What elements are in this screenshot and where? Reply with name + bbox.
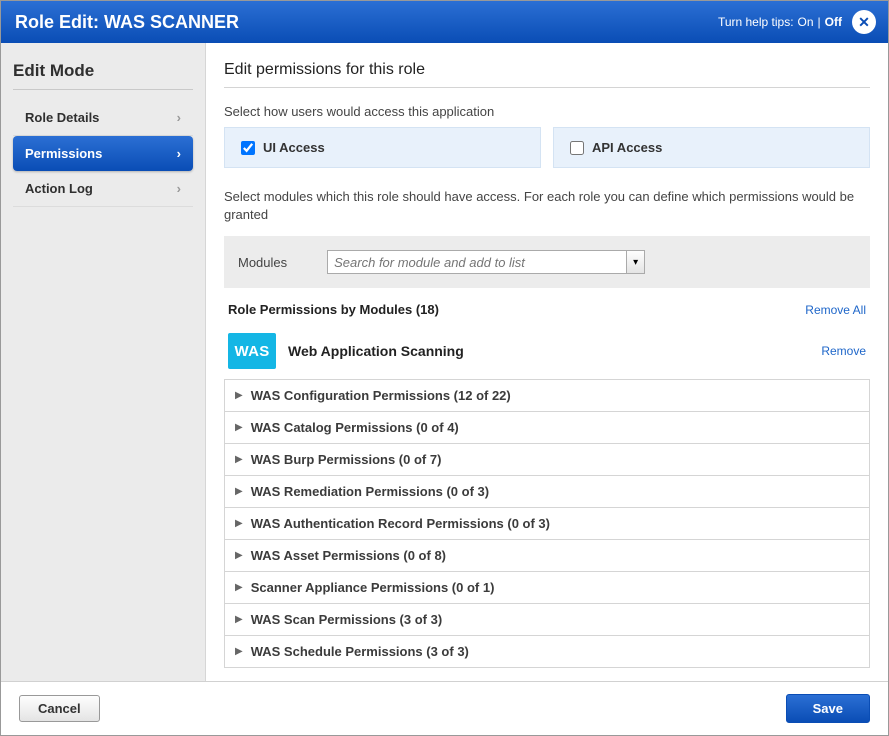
api-access-label: API Access <box>592 140 662 155</box>
module-card: WAS Web Application Scanning Remove ▶ WAS… <box>224 327 870 668</box>
nav-label: Action Log <box>25 181 93 196</box>
nav-permissions[interactable]: Permissions › <box>13 136 193 171</box>
nav-label: Permissions <box>25 146 102 161</box>
dialog-body: Edit Mode Role Details › Permissions › A… <box>1 43 888 681</box>
help-label: Turn help tips: <box>718 15 794 29</box>
divider <box>224 87 870 88</box>
expand-icon: ▶ <box>235 486 243 497</box>
permission-row[interactable]: ▶ WAS Configuration Permissions (12 of 22… <box>224 379 870 411</box>
module-name: Web Application Scanning <box>288 343 809 359</box>
expand-icon: ▶ <box>235 550 243 561</box>
dialog-header: Role Edit: WAS SCANNER Turn help tips: O… <box>1 1 888 43</box>
permission-row[interactable]: ▶ Scanner Appliance Permissions (0 of 1) <box>224 571 870 603</box>
ui-access-label: UI Access <box>263 140 325 155</box>
permission-label: WAS Scan Permissions (3 of 3) <box>251 612 442 627</box>
permission-label: WAS Remediation Permissions (0 of 3) <box>251 484 489 499</box>
chevron-right-icon: › <box>177 146 181 161</box>
module-card-header: WAS Web Application Scanning Remove <box>224 327 870 379</box>
sidebar-title: Edit Mode <box>13 61 193 90</box>
page-heading: Edit permissions for this role <box>224 61 870 79</box>
sidebar: Edit Mode Role Details › Permissions › A… <box>1 43 206 681</box>
permission-label: Scanner Appliance Permissions (0 of 1) <box>251 580 495 595</box>
permission-label: WAS Schedule Permissions (3 of 3) <box>251 644 469 659</box>
permission-list: ▶ WAS Configuration Permissions (12 of 22… <box>224 379 870 668</box>
access-instruction: Select how users would access this appli… <box>224 104 870 119</box>
permission-row[interactable]: ▶ WAS Scan Permissions (3 of 3) <box>224 603 870 635</box>
help-tips-toggle: Turn help tips: On | Off <box>718 15 842 29</box>
api-access-option[interactable]: API Access <box>553 127 870 168</box>
save-button[interactable]: Save <box>786 694 870 723</box>
chevron-right-icon: › <box>177 181 181 196</box>
expand-icon: ▶ <box>235 422 243 433</box>
ui-access-checkbox[interactable] <box>241 141 255 155</box>
module-instruction: Select modules which this role should ha… <box>224 188 870 224</box>
api-access-checkbox[interactable] <box>570 141 584 155</box>
permission-label: WAS Configuration Permissions (12 of 22) <box>251 388 511 403</box>
header-controls: Turn help tips: On | Off ✕ <box>718 10 876 34</box>
dialog: Role Edit: WAS SCANNER Turn help tips: O… <box>0 0 889 736</box>
nav-label: Role Details <box>25 110 99 125</box>
main-panel: Edit permissions for this role Select ho… <box>206 43 888 681</box>
permission-label: WAS Burp Permissions (0 of 7) <box>251 452 442 467</box>
module-search-input[interactable] <box>327 250 627 274</box>
remove-module-link[interactable]: Remove <box>821 344 866 358</box>
permission-row[interactable]: ▶ WAS Authentication Record Permissions (… <box>224 507 870 539</box>
chevron-down-icon: ▾ <box>633 257 638 268</box>
permission-label: WAS Authentication Record Permissions (0… <box>251 516 550 531</box>
close-icon: ✕ <box>858 14 870 31</box>
permission-row[interactable]: ▶ WAS Remediation Permissions (0 of 3) <box>224 475 870 507</box>
cancel-button[interactable]: Cancel <box>19 695 100 722</box>
module-combobox: ▾ <box>327 250 645 274</box>
help-off-link[interactable]: Off <box>825 15 842 29</box>
permission-row[interactable]: ▶ WAS Burp Permissions (0 of 7) <box>224 443 870 475</box>
nav-action-log[interactable]: Action Log › <box>13 171 193 207</box>
expand-icon: ▶ <box>235 614 243 625</box>
permission-label: WAS Asset Permissions (0 of 8) <box>251 548 446 563</box>
expand-icon: ▶ <box>235 454 243 465</box>
module-dropdown-button[interactable]: ▾ <box>627 250 645 274</box>
chevron-right-icon: › <box>177 110 181 125</box>
expand-icon: ▶ <box>235 646 243 657</box>
permissions-header: Role Permissions by Modules (18) Remove … <box>224 288 870 327</box>
permission-row[interactable]: ▶ WAS Catalog Permissions (0 of 4) <box>224 411 870 443</box>
help-on-link[interactable]: On <box>798 15 814 29</box>
nav-role-details[interactable]: Role Details › <box>13 100 193 136</box>
remove-all-link[interactable]: Remove All <box>805 303 866 317</box>
permissions-count-label: Role Permissions by Modules (18) <box>228 302 439 317</box>
close-button[interactable]: ✕ <box>852 10 876 34</box>
dialog-title: Role Edit: WAS SCANNER <box>15 12 239 33</box>
ui-access-option[interactable]: UI Access <box>224 127 541 168</box>
modules-label: Modules <box>238 255 287 270</box>
was-badge-icon: WAS <box>228 333 276 369</box>
expand-icon: ▶ <box>235 582 243 593</box>
expand-icon: ▶ <box>235 390 243 401</box>
help-separator: | <box>818 15 821 29</box>
expand-icon: ▶ <box>235 518 243 529</box>
permission-row[interactable]: ▶ WAS Schedule Permissions (3 of 3) <box>224 635 870 668</box>
access-options: UI Access API Access <box>224 127 870 168</box>
permission-label: WAS Catalog Permissions (0 of 4) <box>251 420 459 435</box>
module-search-bar: Modules ▾ <box>224 236 870 288</box>
dialog-footer: Cancel Save <box>1 681 888 735</box>
permission-row[interactable]: ▶ WAS Asset Permissions (0 of 8) <box>224 539 870 571</box>
